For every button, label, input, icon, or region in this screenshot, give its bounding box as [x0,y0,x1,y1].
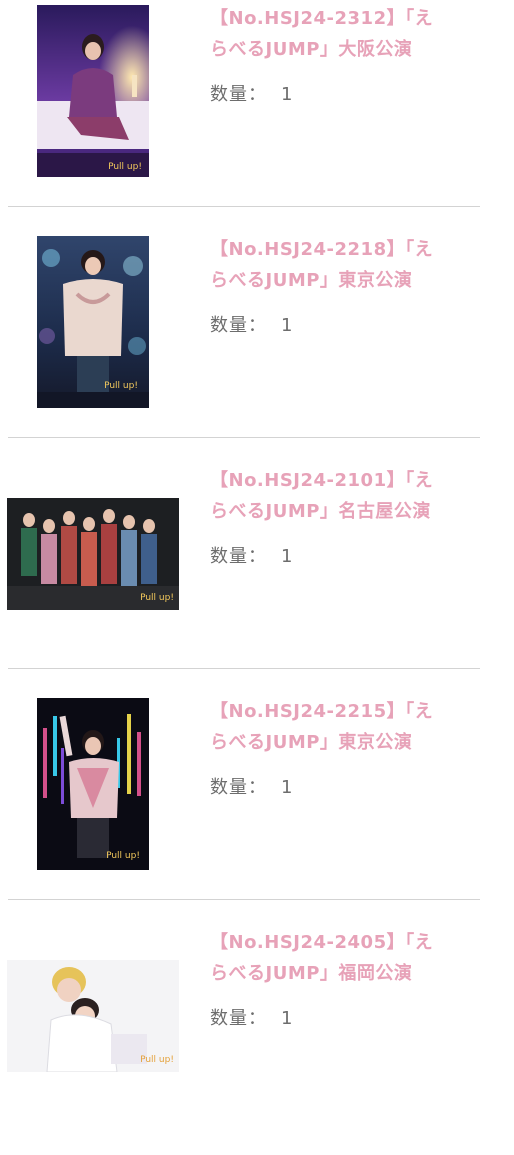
product-title-line: らべるJUMP」名古屋公演 [210,501,431,522]
product-title-line: らべるJUMP」東京公演 [210,732,413,753]
item-divider [8,668,480,669]
quantity-value: 1 [281,1008,293,1029]
product-thumbnail[interactable]: Pull up! [7,960,179,1072]
quantity-row: 数量： 1 [210,1007,292,1031]
product-title-link[interactable]: 【No.HSJ24-2101】「え らべるJUMP」名古屋公演 [210,465,480,527]
svg-text:Pull up!: Pull up! [104,381,138,391]
quantity-value: 1 [281,315,293,336]
quantity-label: 数量： [210,777,267,798]
order-item: Pull up! 【No.HSJ24-2101】「え らべるJUMP」名古屋公演… [0,462,514,693]
product-title-line: 【No.HSJ24-2215】「え [210,701,434,722]
item-divider [8,437,480,438]
quantity-value: 1 [281,546,293,567]
quantity-row: 数量： 1 [210,545,292,569]
product-title-line: 【No.HSJ24-2218】「え [210,239,434,260]
product-title-line: 【No.HSJ24-2312】「え [210,8,434,29]
product-title-link[interactable]: 【No.HSJ24-2215】「え らべるJUMP」東京公演 [210,696,480,758]
product-thumbnail[interactable]: Pull up! [37,5,149,177]
quantity-label: 数量： [210,315,267,336]
order-item: Pull up! 【No.HSJ24-2215】「え らべるJUMP」東京公演 … [0,693,514,924]
order-item: Pull up! 【No.HSJ24-2312】「え らべるJUMP」大阪公演 … [0,0,514,231]
product-thumbnail[interactable]: Pull up! [7,498,179,610]
quantity-row: 数量： 1 [210,83,292,107]
svg-text:Pull up!: Pull up! [108,162,142,172]
product-title-line: 【No.HSJ24-2405】「え [210,932,434,953]
quantity-value: 1 [281,777,293,798]
product-thumbnail[interactable]: Pull up! [37,698,149,870]
order-item: Pull up! 【No.HSJ24-2405】「え らべるJUMP」福岡公演 … [0,924,514,1155]
quantity-label: 数量： [210,84,267,105]
product-title-link[interactable]: 【No.HSJ24-2405】「え らべるJUMP」福岡公演 [210,927,480,989]
product-title-line: らべるJUMP」大阪公演 [210,39,413,60]
product-title-line: らべるJUMP」福岡公演 [210,963,413,984]
quantity-label: 数量： [210,546,267,567]
quantity-row: 数量： 1 [210,314,292,338]
quantity-row: 数量： 1 [210,776,292,800]
product-title-link[interactable]: 【No.HSJ24-2218】「え らべるJUMP」東京公演 [210,234,480,296]
svg-text:Pull up!: Pull up! [140,1055,174,1065]
order-item: Pull up! 【No.HSJ24-2218】「え らべるJUMP」東京公演 … [0,231,514,462]
product-title-link[interactable]: 【No.HSJ24-2312】「え らべるJUMP」大阪公演 [210,3,480,65]
item-divider [8,899,480,900]
product-title-line: 【No.HSJ24-2101】「え [210,470,434,491]
svg-text:Pull up!: Pull up! [140,593,174,603]
quantity-label: 数量： [210,1008,267,1029]
svg-text:Pull up!: Pull up! [106,851,140,861]
product-title-line: らべるJUMP」東京公演 [210,270,413,291]
quantity-value: 1 [281,84,293,105]
product-thumbnail[interactable]: Pull up! [37,236,149,408]
item-divider [8,206,480,207]
